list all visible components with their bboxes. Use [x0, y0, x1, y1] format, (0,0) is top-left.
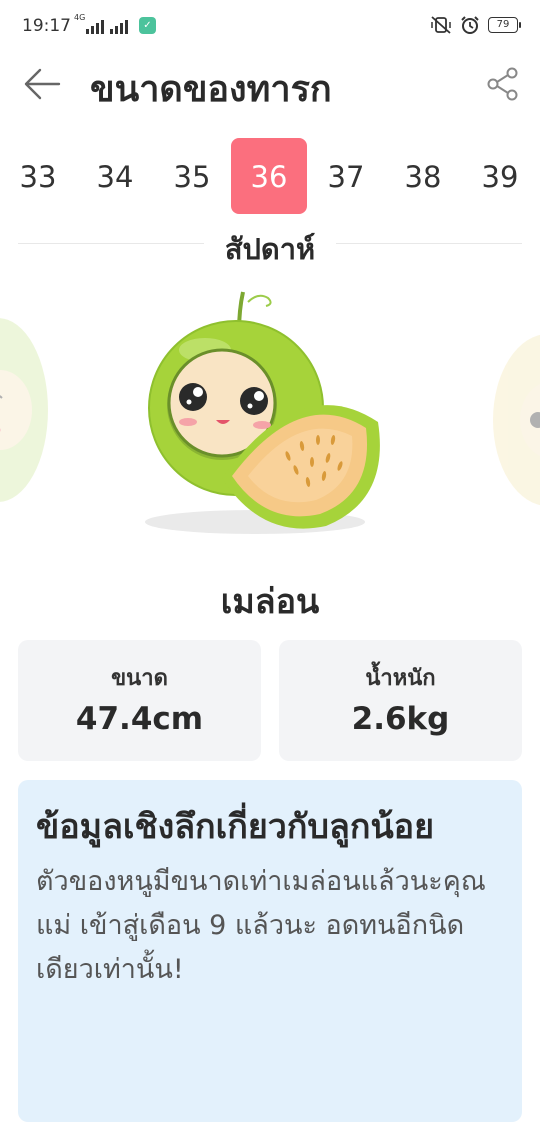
- share-icon: [487, 67, 518, 101]
- battery-icon: 79: [488, 17, 521, 33]
- status-time: 19:17: [22, 16, 71, 36]
- week-tab[interactable]: 34: [77, 138, 153, 214]
- week-caption: สัปดาห์: [224, 232, 316, 266]
- size-label: ขนาด: [111, 666, 168, 691]
- share-button[interactable]: [486, 66, 520, 102]
- status-icons: 79: [430, 15, 521, 35]
- fruit-name: เมล่อน: [220, 582, 320, 622]
- alarm-icon: [461, 16, 479, 34]
- app-notification-icon: ✓: [139, 17, 156, 34]
- signal-icon: [110, 18, 128, 34]
- baby-insight-card: ข้อมูลเชิงลึกเกี่ยวกับลูกน้อย ตัวของหนูม…: [18, 780, 522, 1122]
- size-card: ขนาด 47.4cm: [18, 640, 261, 761]
- weight-label: น้ำหนัก: [365, 666, 436, 691]
- melon-image: [145, 291, 380, 534]
- week-tab[interactable]: 38: [385, 138, 461, 214]
- week-selector: 33 34 35 36 37 38 39: [0, 138, 540, 214]
- back-button[interactable]: [22, 66, 62, 102]
- week-tab-selected[interactable]: 36: [231, 138, 307, 214]
- week-tab[interactable]: 33: [0, 138, 76, 214]
- fruit-carousel[interactable]: [0, 270, 540, 560]
- insight-body: ตัวของหนูมีขนาดเท่าเมล่อนแล้วนะคุณแม่ เข…: [36, 866, 486, 985]
- weight-card: น้ำหนัก 2.6kg: [279, 640, 522, 761]
- week-tab[interactable]: 39: [462, 138, 538, 214]
- insight-title: ข้อมูลเชิงลึกเกี่ยวกับลูกน้อย: [36, 807, 435, 847]
- week-tab[interactable]: 35: [154, 138, 230, 214]
- network-type: 4G: [74, 13, 86, 22]
- page-title: ขนาดของทารก: [90, 69, 332, 110]
- vibrate-mute-icon: [431, 16, 451, 34]
- weight-value: 2.6kg: [351, 701, 450, 737]
- status-bar: 19:17 4G ✓ 79: [0, 0, 540, 54]
- app-header: ขนาดของทารก: [0, 54, 540, 118]
- week-caption-row: สัปดาห์: [18, 224, 522, 266]
- size-value: 47.4cm: [75, 701, 204, 737]
- week-tab[interactable]: 37: [308, 138, 384, 214]
- arrow-left-icon: [24, 68, 61, 100]
- previous-fruit-image[interactable]: [0, 318, 48, 502]
- signal-icon: [86, 18, 104, 34]
- next-fruit-image[interactable]: [493, 334, 540, 506]
